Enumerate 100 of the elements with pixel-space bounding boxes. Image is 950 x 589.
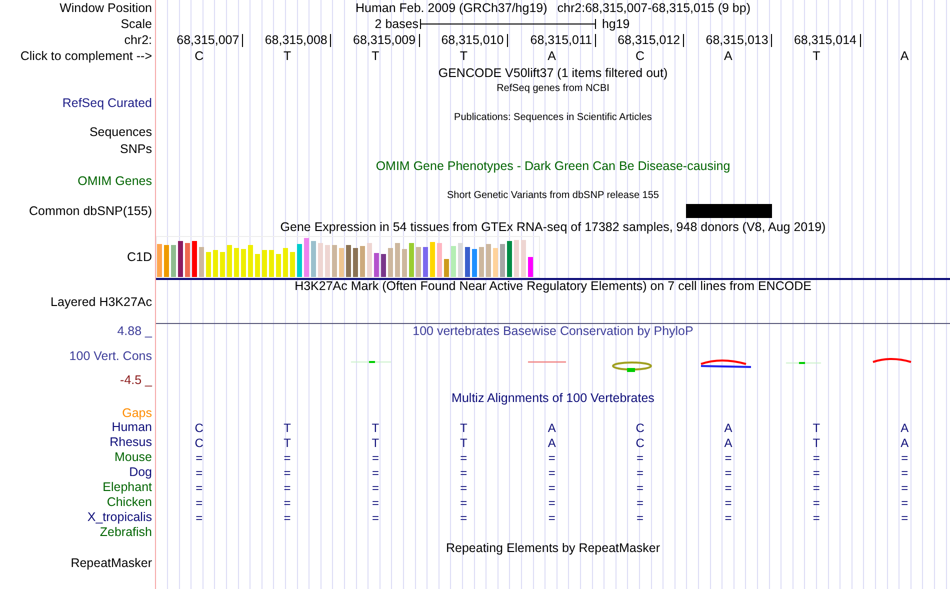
track-label[interactable]: OMIM Genes (78, 174, 155, 188)
track-title: Gene Expression in 54 tissues from GTEx RNA-seq of 17382 samples, 948 donors (V8, Aug 2019) (280, 220, 826, 234)
alignment-base: = (636, 480, 644, 494)
alignment-base: = (460, 496, 468, 510)
base-letter[interactable]: T (372, 49, 380, 63)
species-label[interactable]: Elephant (102, 480, 155, 495)
alignment-base: C (194, 420, 204, 434)
alignment-base: = (724, 450, 732, 464)
alignment-base: C (636, 420, 644, 434)
track-label[interactable]: Sequences (89, 125, 155, 140)
track-title: Repeating Elements by RepeatMasker (446, 540, 660, 556)
alignment-base: = (548, 450, 556, 464)
coordinate-label: 68,315,013 (706, 34, 772, 46)
alignment-base: = (724, 496, 732, 510)
base-letter[interactable]: A (900, 49, 909, 63)
species-label[interactable]: Mouse (114, 450, 155, 465)
alignment-base: = (724, 466, 732, 480)
alignment-base: A (724, 420, 732, 434)
track-label[interactable]: 4.88 _ (117, 324, 155, 339)
base-letter[interactable]: T (283, 49, 292, 63)
alignment-base: = (460, 480, 468, 494)
species-label[interactable]: Human (112, 420, 155, 435)
track-title: RefSeq genes from NCBI (496, 83, 610, 95)
track-title: 100 vertebrates Basewise Conservation by PhyloP (412, 324, 694, 338)
alignment-base: = (724, 480, 732, 494)
row-label: Scale (120, 16, 153, 32)
track-label[interactable]: RepeatMasker (70, 556, 155, 570)
track-title: Short Genetic Variants from dbSNP release 155 (447, 190, 659, 202)
alignment-base: = (284, 496, 291, 510)
species-label[interactable]: Rhesus (110, 435, 155, 450)
alignment-base: = (196, 450, 203, 464)
alignment-base: = (901, 466, 908, 480)
alignment-base: = (812, 466, 820, 480)
alignment-base: T (460, 436, 468, 450)
base-letter[interactable]: T (812, 49, 820, 63)
track-label[interactable]: Layered H3K27Ac (50, 295, 155, 310)
alignment-base: A (724, 436, 732, 450)
alignment-base: = (901, 450, 908, 464)
alignment-base: T (460, 420, 468, 434)
alignment-base: = (812, 480, 820, 494)
alignment-base: A (548, 436, 556, 450)
alignment-base: = (372, 496, 379, 510)
alignment-base: T (372, 436, 380, 450)
alignment-base: A (900, 436, 909, 450)
alignment-base: C (636, 436, 644, 450)
species-label[interactable]: Chicken (106, 495, 155, 510)
coordinate-label: 68,315,014 (794, 34, 860, 46)
expression-bars-drawing[interactable] (156, 236, 540, 278)
alignment-base: T (284, 436, 291, 450)
scale-text: 2 bases (374, 16, 420, 32)
assembly-title: Human Feb. 2009 (GRCh37/hg19) (356, 0, 548, 16)
alignment-base: = (196, 480, 203, 494)
row-label: chr2: (124, 32, 153, 48)
alignment-base: = (196, 510, 203, 524)
complement-link[interactable]: Click to complement --> (20, 48, 155, 64)
track-label[interactable]: SNPs (120, 142, 155, 156)
alignment-base: = (460, 510, 468, 524)
alignment-base: = (196, 496, 203, 510)
track-label[interactable]: RefSeq Curated (62, 96, 155, 111)
base-letter[interactable]: A (548, 49, 556, 63)
track-label[interactable]: -4.5 _ (120, 373, 155, 388)
track-label[interactable]: Common dbSNP(155) (29, 204, 155, 218)
track-title: GENCODE V50lift37 (1 items filtered out) (438, 66, 668, 80)
alignment-base: = (548, 466, 556, 480)
alignment-base: = (548, 480, 556, 494)
base-letter[interactable]: C (636, 49, 645, 63)
assembly-text: hg19 (600, 16, 631, 32)
base-letter[interactable]: C (194, 49, 204, 63)
base-letter[interactable]: A (724, 49, 732, 63)
alignment-base: T (812, 420, 820, 434)
alignment-base: = (901, 496, 908, 510)
coordinate-label: 68,315,009 (353, 34, 420, 46)
coordinate-label: 68,315,008 (264, 34, 332, 46)
base-letter[interactable]: T (460, 49, 468, 63)
alignment-base: = (901, 480, 908, 494)
alignment-base: = (812, 450, 820, 464)
alignment-base: = (284, 466, 291, 480)
alignment-base: = (460, 466, 468, 480)
position-text: chr2:68,315,007-68,315,015 (9 bp) (557, 0, 750, 16)
alignment-base: A (900, 420, 909, 434)
alignment-base: A (548, 420, 556, 434)
species-label[interactable]: Dog (129, 465, 155, 480)
track-title: Publications: Sequences in Scientific Articles (454, 112, 652, 124)
track-label[interactable]: C1D (126, 250, 155, 264)
alignment-base: = (284, 510, 291, 524)
alignment-base: = (372, 480, 379, 494)
track-title: OMIM Gene Phenotypes - Dark Green Can Be Disease-causing (376, 158, 730, 174)
track-title: H3K27Ac Mark (Often Found Near Active Regulatory Elements) on 7 cell lines from ENCODE (294, 279, 812, 294)
alignment-base: = (901, 510, 908, 524)
alignment-base: = (812, 496, 820, 510)
species-label[interactable]: Zebrafish (100, 525, 155, 540)
alignment-base: T (812, 436, 820, 450)
species-label[interactable]: X_tropicalis (87, 510, 155, 525)
alignment-base: = (460, 450, 468, 464)
coordinate-label: 68,315,010 (441, 34, 508, 46)
alignment-base: T (372, 420, 380, 434)
alignment-base: = (636, 466, 644, 480)
track-label[interactable]: 100 Vert. Cons (69, 348, 155, 364)
alignment-base: = (372, 450, 379, 464)
alignment-base: T (284, 420, 291, 434)
